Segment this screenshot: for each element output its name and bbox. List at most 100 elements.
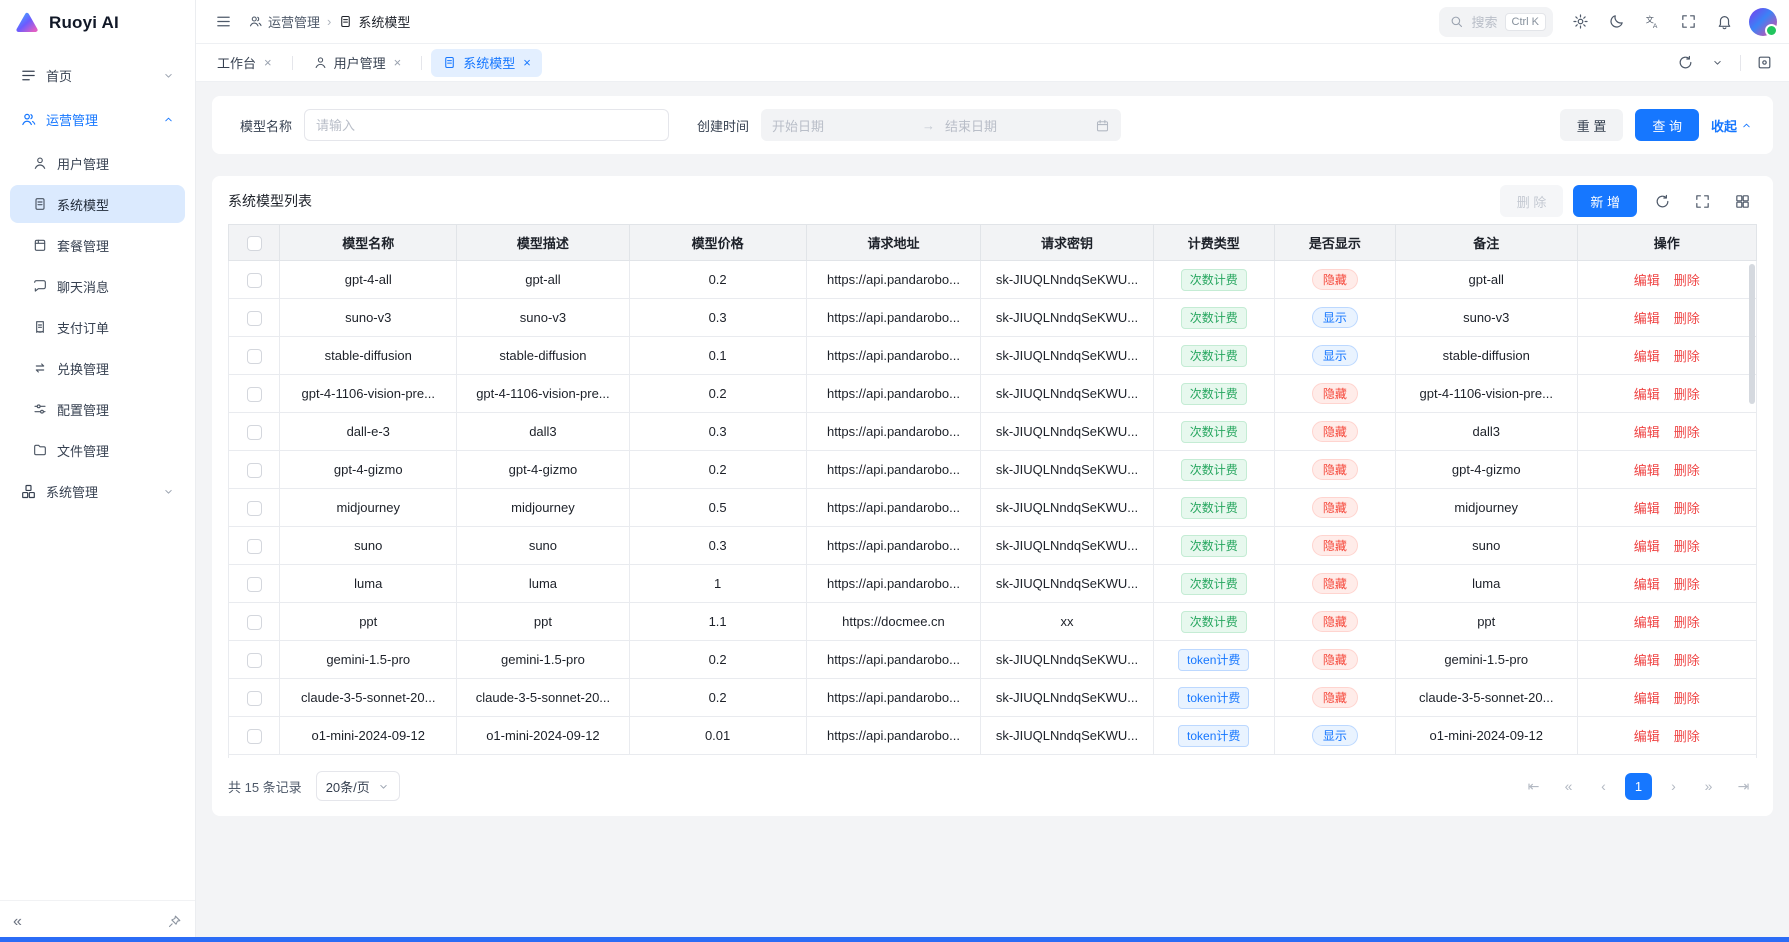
row-checkbox[interactable] — [247, 425, 262, 440]
delete-link[interactable]: 删除 — [1674, 349, 1700, 364]
row-checkbox[interactable] — [247, 273, 262, 288]
delete-button[interactable]: 删 除 — [1500, 185, 1564, 217]
prev-group-button[interactable]: « — [1555, 773, 1582, 800]
edit-link[interactable]: 编辑 — [1634, 425, 1660, 440]
refresh-table-button[interactable] — [1647, 186, 1677, 216]
cell-visibility: 隐藏 — [1274, 261, 1395, 299]
tabbar-actions — [1670, 48, 1779, 78]
language-button[interactable]: 文A — [1637, 7, 1667, 37]
delete-link[interactable]: 删除 — [1674, 653, 1700, 668]
refresh-tab-button[interactable] — [1670, 48, 1700, 78]
content-fullscreen-button[interactable] — [1749, 48, 1779, 78]
user-avatar[interactable] — [1749, 8, 1777, 36]
tab-close-icon[interactable]: × — [523, 56, 531, 69]
delete-link[interactable]: 删除 — [1674, 577, 1700, 592]
edit-link[interactable]: 编辑 — [1634, 311, 1660, 326]
breadcrumb-item-system-models[interactable]: 系统模型 — [338, 12, 410, 31]
reset-button[interactable]: 重 置 — [1560, 109, 1624, 141]
column-settings-button[interactable] — [1727, 186, 1757, 216]
row-checkbox[interactable] — [247, 653, 262, 668]
tab-0[interactable]: 工作台× — [206, 49, 283, 77]
next-group-button[interactable]: » — [1695, 773, 1722, 800]
table-scroll-area[interactable]: 模型名称模型描述模型价格请求地址请求密钥计费类型是否显示备注操作 gpt-4-a… — [228, 224, 1757, 758]
sidebar-item-0[interactable]: 用户管理 — [10, 144, 185, 182]
sidebar-item-4[interactable]: 支付订单 — [10, 308, 185, 346]
prev-page-button[interactable]: ‹ — [1590, 773, 1617, 800]
edit-link[interactable]: 编辑 — [1634, 691, 1660, 706]
delete-link[interactable]: 删除 — [1674, 311, 1700, 326]
query-button[interactable]: 查 询 — [1635, 109, 1699, 141]
cell-model-price: 0.3 — [629, 527, 806, 565]
settings-button[interactable] — [1565, 7, 1595, 37]
row-checkbox[interactable] — [247, 387, 262, 402]
sidebar-item-1[interactable]: 系统模型 — [10, 185, 185, 223]
doc-icon — [338, 14, 353, 29]
sidebar-item-operations[interactable]: 运营管理 — [10, 100, 185, 138]
edit-link[interactable]: 编辑 — [1634, 615, 1660, 630]
sidebar-item-3[interactable]: 聊天消息 — [10, 267, 185, 305]
sidebar-item-6[interactable]: 配置管理 — [10, 390, 185, 428]
page-1-button[interactable]: 1 — [1625, 773, 1652, 800]
delete-link[interactable]: 删除 — [1674, 691, 1700, 706]
row-checkbox[interactable] — [247, 539, 262, 554]
row-checkbox[interactable] — [247, 577, 262, 592]
cell-remark: o1-mini-2024-09-12 — [1395, 717, 1577, 755]
breadcrumb-item-operations[interactable]: 运营管理 — [248, 12, 320, 31]
last-page-button[interactable]: ⇥ — [1730, 773, 1757, 800]
row-checkbox[interactable] — [247, 501, 262, 516]
delete-link[interactable]: 删除 — [1674, 273, 1700, 288]
edit-link[interactable]: 编辑 — [1634, 463, 1660, 478]
next-page-button[interactable]: › — [1660, 773, 1687, 800]
search-input[interactable]: 搜索 Ctrl K — [1439, 7, 1553, 37]
table-scrollbar[interactable] — [1747, 262, 1757, 758]
collapse-filter-link[interactable]: 收起 — [1711, 116, 1753, 135]
scrollbar-thumb[interactable] — [1749, 264, 1755, 404]
date-range-picker[interactable]: 开始日期 → 结束日期 — [761, 109, 1121, 141]
delete-link[interactable]: 删除 — [1674, 387, 1700, 402]
row-checkbox[interactable] — [247, 311, 262, 326]
dark-mode-button[interactable] — [1601, 7, 1631, 37]
sidebar-item-home[interactable]: 首页 — [10, 56, 185, 94]
pin-icon[interactable] — [167, 914, 182, 929]
delete-link[interactable]: 删除 — [1674, 501, 1700, 516]
tab-menu-button[interactable] — [1702, 48, 1732, 78]
delete-link[interactable]: 删除 — [1674, 463, 1700, 478]
tab-1[interactable]: 用户管理× — [302, 49, 413, 77]
edit-link[interactable]: 编辑 — [1634, 653, 1660, 668]
edit-link[interactable]: 编辑 — [1634, 273, 1660, 288]
notifications-button[interactable] — [1709, 7, 1739, 37]
fullscreen-button[interactable] — [1673, 7, 1703, 37]
row-checkbox[interactable] — [247, 615, 262, 630]
sidebar-collapse-button[interactable]: « — [13, 914, 22, 930]
first-page-button[interactable]: ⇤ — [1520, 773, 1547, 800]
model-name-input[interactable] — [304, 109, 669, 141]
page-size-select[interactable]: 20条/页 — [316, 771, 400, 801]
sidebar-item-2[interactable]: 套餐管理 — [10, 226, 185, 264]
tab-close-icon[interactable]: × — [394, 56, 402, 69]
delete-link[interactable]: 删除 — [1674, 729, 1700, 744]
visibility-badge: 隐藏 — [1312, 573, 1358, 594]
edit-link[interactable]: 编辑 — [1634, 387, 1660, 402]
delete-link[interactable]: 删除 — [1674, 615, 1700, 630]
menu-toggle-button[interactable] — [208, 7, 238, 37]
fullscreen-table-button[interactable] — [1687, 186, 1717, 216]
edit-link[interactable]: 编辑 — [1634, 577, 1660, 592]
row-checkbox[interactable] — [247, 463, 262, 478]
select-all-checkbox[interactable] — [247, 236, 262, 251]
edit-link[interactable]: 编辑 — [1634, 539, 1660, 554]
brand[interactable]: Ruoyi AI — [0, 0, 195, 46]
edit-link[interactable]: 编辑 — [1634, 729, 1660, 744]
row-checkbox[interactable] — [247, 349, 262, 364]
sidebar-item-7[interactable]: 文件管理 — [10, 431, 185, 469]
edit-link[interactable]: 编辑 — [1634, 501, 1660, 516]
add-button[interactable]: 新 增 — [1573, 185, 1637, 217]
tab-2[interactable]: 系统模型× — [431, 49, 542, 77]
delete-link[interactable]: 删除 — [1674, 425, 1700, 440]
sidebar-item-5[interactable]: 兑换管理 — [10, 349, 185, 387]
row-checkbox[interactable] — [247, 729, 262, 744]
edit-link[interactable]: 编辑 — [1634, 349, 1660, 364]
delete-link[interactable]: 删除 — [1674, 539, 1700, 554]
tab-close-icon[interactable]: × — [264, 56, 272, 69]
row-checkbox[interactable] — [247, 691, 262, 706]
sidebar-item-system[interactable]: 系统管理 — [10, 472, 185, 510]
